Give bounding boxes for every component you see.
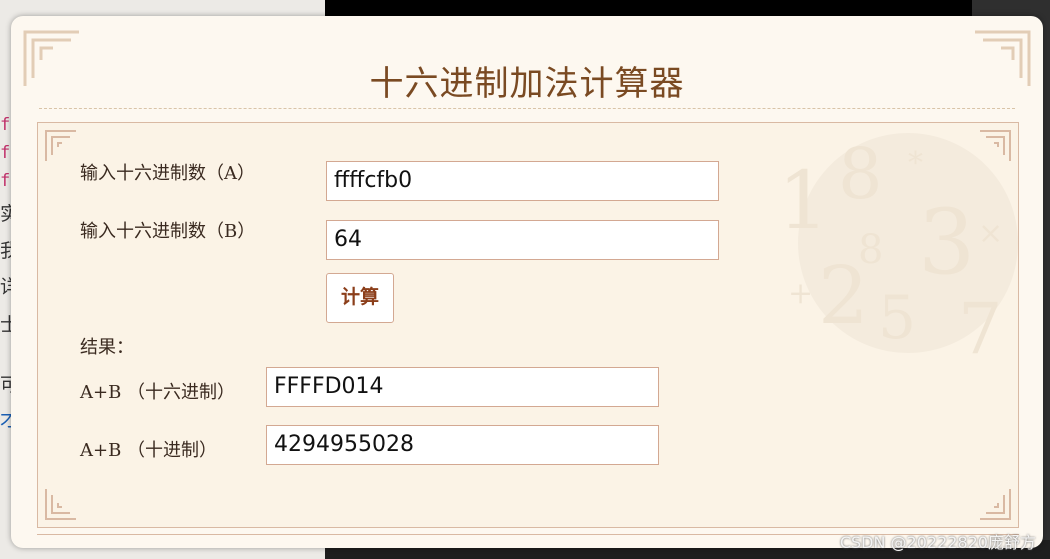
dec-sum-label: A+B （十进制） bbox=[80, 440, 218, 461]
svg-text:1: 1 bbox=[778, 154, 829, 247]
svg-text:8: 8 bbox=[838, 133, 883, 215]
background-text: f bbox=[0, 143, 11, 163]
svg-text:5: 5 bbox=[878, 283, 916, 353]
watermark: CSDN @20222820庞舒方 bbox=[839, 533, 1036, 552]
svg-text:*: * bbox=[908, 146, 923, 181]
background-text: f bbox=[0, 115, 11, 135]
background-text: f bbox=[0, 171, 11, 191]
hex-input-a[interactable]: ffffcfb0 bbox=[326, 161, 719, 201]
dec-sum-output[interactable]: 4294955028 bbox=[266, 425, 659, 465]
input-a-label: 输入十六进制数（A） bbox=[80, 163, 255, 184]
title-divider bbox=[39, 108, 1015, 109]
svg-text:+: + bbox=[788, 276, 813, 311]
svg-text:3: 3 bbox=[918, 190, 975, 295]
hex-sum-output[interactable]: FFFFD014 bbox=[266, 367, 659, 407]
calculate-button[interactable]: 计算 bbox=[326, 273, 394, 323]
svg-text:7: 7 bbox=[958, 288, 1003, 370]
hex-input-b[interactable]: 64 bbox=[326, 220, 719, 260]
hex-sum-label: A+B （十六进制） bbox=[80, 382, 236, 403]
corner-ornament-icon bbox=[45, 130, 76, 161]
svg-text:×: × bbox=[978, 216, 1003, 251]
corner-ornament-icon bbox=[45, 489, 76, 520]
page-title: 十六进制加法计算器 bbox=[369, 64, 685, 104]
corner-ornament-icon bbox=[980, 489, 1011, 520]
calculator-panel: 1 8 3 2 5 7 8 + × * 输入十六进制数（A） ffffcfb0 … bbox=[37, 122, 1019, 528]
svg-text:8: 8 bbox=[858, 227, 883, 273]
result-label: 结果： bbox=[80, 337, 134, 358]
corner-ornament-icon bbox=[980, 130, 1011, 161]
input-b-label: 输入十六进制数（B） bbox=[80, 221, 256, 242]
calculator-dialog: 十六进制加法计算器 1 8 3 2 5 7 8 + × * 输入十六进制数（A）… bbox=[11, 16, 1043, 548]
